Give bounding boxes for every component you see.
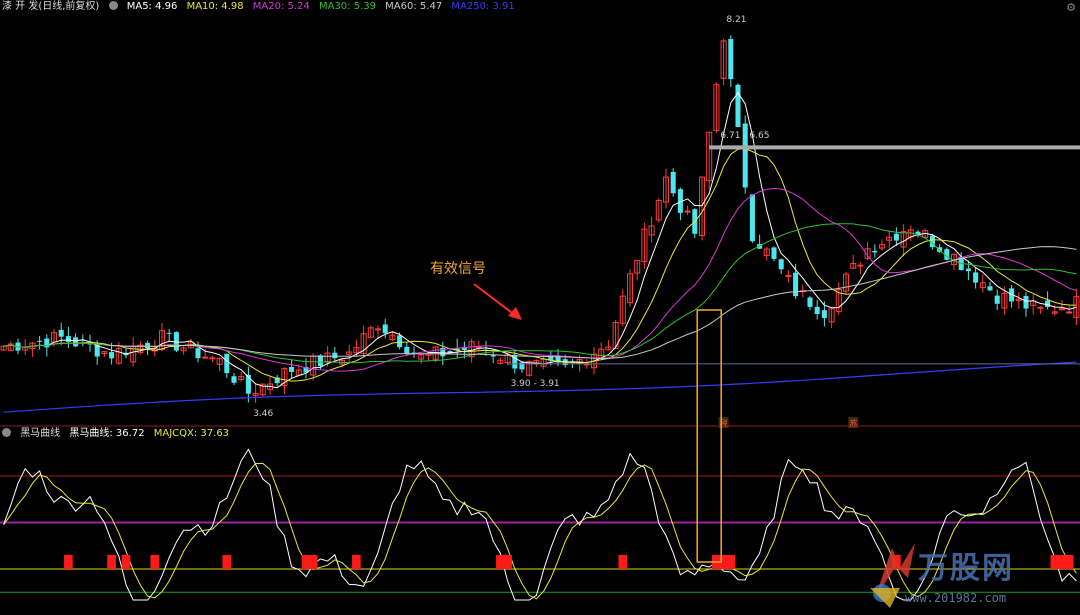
candle-body — [231, 376, 237, 383]
indicator-value-1: 黑马曲线: 36.72 — [69, 428, 145, 439]
candle-body — [965, 268, 971, 272]
candle-body — [821, 310, 827, 319]
candle-body — [937, 247, 943, 252]
ma60-line — [104, 246, 1077, 359]
ma30-label: MA30: 5.39 — [318, 1, 376, 12]
candle-body — [1058, 308, 1066, 311]
indicator-title: 黑马曲线 — [20, 428, 61, 439]
candle-body — [317, 355, 323, 367]
annotation-arrow-icon — [473, 283, 517, 317]
range-mid-label: 3.90 - 3.91 — [511, 379, 560, 389]
signal-bar — [222, 555, 232, 569]
candle-body — [785, 274, 792, 277]
candle-body — [475, 346, 482, 349]
candle-body — [735, 84, 741, 127]
candle-body — [670, 171, 676, 194]
candle-body — [807, 297, 813, 307]
signal-bar — [726, 555, 736, 569]
candle-body — [684, 210, 691, 213]
candle-body — [994, 295, 1000, 304]
signal-bar — [352, 555, 361, 569]
candle-body — [289, 366, 295, 372]
candle-body — [490, 355, 496, 357]
candle-body — [37, 340, 43, 342]
signal-bar — [503, 555, 512, 569]
candle-body — [973, 272, 979, 283]
candle-body — [771, 247, 777, 259]
candle-body — [749, 194, 755, 242]
indicator-header: 黑马曲线 黑马曲线: 36.72 MAJCQX: 37.63 — [2, 427, 235, 441]
candle-body — [382, 324, 388, 334]
watermark-url: www.201982.com — [905, 591, 1007, 605]
candle-body — [1066, 311, 1073, 314]
candle-body — [1045, 300, 1051, 308]
ma5-label: MA5: 4.96 — [126, 1, 178, 12]
candlestick-chart: 8.216.71 - 6.653.90 - 3.913.46税苏 — [0, 15, 1080, 601]
main-chart-header: 漆 开 发(日线,前复权) MA5: 4.96 MA10: 4.98 MA20:… — [2, 0, 521, 14]
signal-bar — [107, 555, 116, 569]
watermark-text: 万股网 — [918, 551, 1014, 586]
price-high-label: 8.21 — [726, 15, 746, 25]
indicator-value-2: MAJCQX: 37.63 — [153, 428, 230, 439]
signal-bar — [150, 555, 160, 569]
ma10-label: MA10: 4.98 — [186, 1, 244, 12]
candle-body — [65, 336, 71, 342]
candle-body — [202, 356, 209, 359]
candle-body — [814, 306, 820, 315]
candle-body — [397, 335, 403, 348]
ma250-label: MA250: 3.91 — [451, 1, 515, 12]
ma60-label: MA60: 5.47 — [385, 1, 443, 12]
settings-icon[interactable] — [108, 1, 118, 10]
candle-body — [778, 259, 784, 270]
candle-body — [224, 353, 230, 374]
settings-gear-icon[interactable]: ⚙ — [1066, 1, 1076, 14]
candle-body — [58, 329, 64, 337]
candle-body — [145, 342, 151, 349]
candle-body — [1023, 295, 1029, 309]
signal-bar — [64, 555, 73, 569]
signal-highlight-box — [696, 309, 722, 563]
annotation-label: 有效信号 — [430, 261, 486, 277]
candle-body — [728, 39, 734, 80]
indicator-settings-icon[interactable] — [2, 428, 11, 437]
candle-body — [173, 332, 179, 351]
candle-body — [109, 352, 115, 359]
candle-body — [793, 272, 799, 297]
candle-body — [872, 250, 878, 253]
candle-body — [195, 348, 201, 359]
candle-body — [332, 352, 338, 359]
stock-title: 漆 开 发(日线,前复权) — [2, 1, 100, 12]
candle-body — [404, 346, 410, 354]
candle-body — [987, 286, 993, 291]
candle-body — [893, 233, 899, 241]
window-controls: ⚙ — [1056, 1, 1076, 14]
candle-body — [915, 231, 921, 234]
candle-body — [166, 332, 172, 334]
range-top-label: 6.71 - 6.65 — [720, 131, 769, 141]
candle-body — [209, 357, 216, 360]
signal-bar — [618, 555, 628, 569]
signal-bar — [121, 555, 131, 569]
price-low-label: 3.46 — [253, 409, 273, 419]
signal-bar — [308, 555, 318, 569]
ma20-label: MA20: 5.24 — [252, 1, 310, 12]
candle-body — [73, 337, 79, 347]
annotation-arrowhead-icon — [508, 307, 522, 320]
candle-body — [519, 362, 525, 370]
candle-body — [1037, 306, 1044, 309]
